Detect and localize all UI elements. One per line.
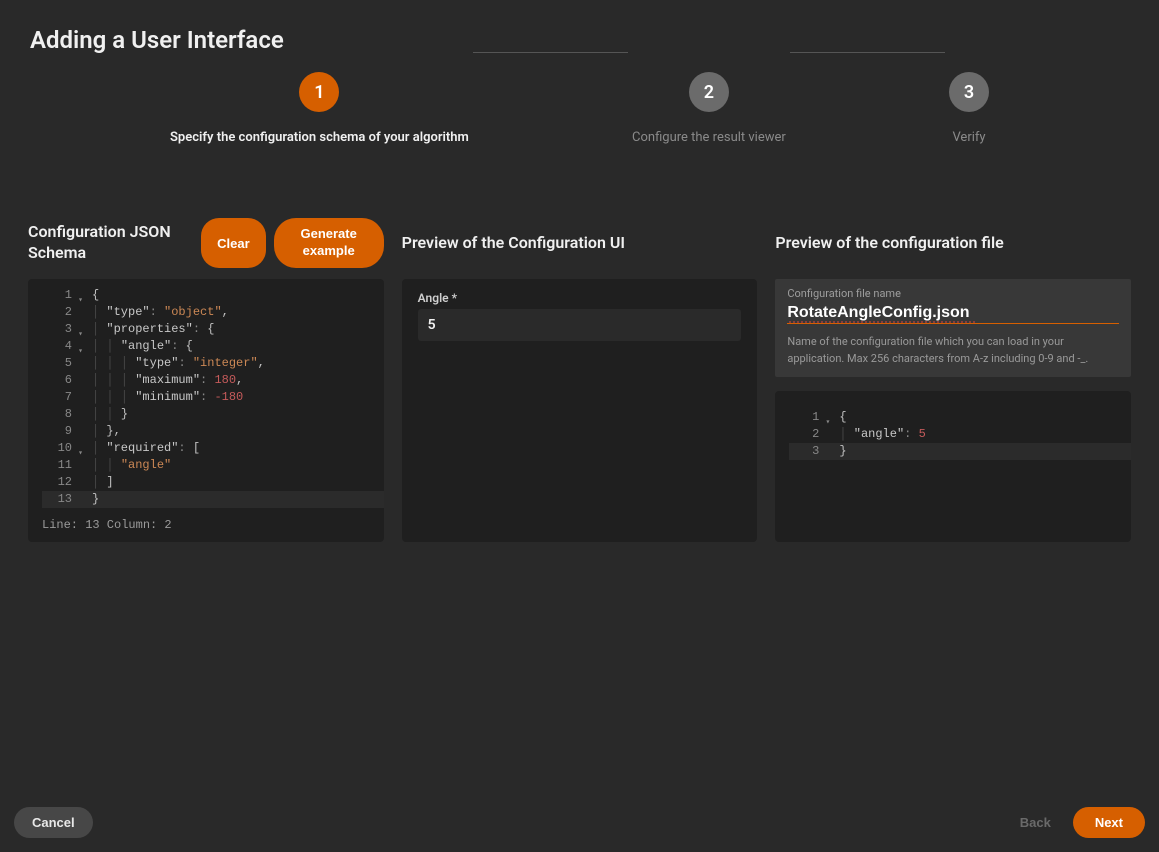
step-3[interactable]: 3 Verify — [949, 72, 989, 145]
fold-caret-icon[interactable]: ▾ — [78, 292, 83, 309]
schema-title: Configuration JSON Schema — [28, 222, 188, 264]
preview-file-title: Preview of the configuration file — [775, 233, 1003, 254]
config-file-name-help: Name of the configuration file which you… — [787, 334, 1119, 367]
output-code[interactable]: { │ "angle": 5 } — [825, 409, 1131, 542]
output-editor[interactable]: 1▾ 2 3 { │ "angle": 5 } — [775, 409, 1131, 542]
column-schema: Configuration JSON Schema Clear Generate… — [28, 215, 384, 542]
fold-caret-icon[interactable]: ▾ — [826, 414, 831, 431]
next-button[interactable]: Next — [1073, 807, 1145, 838]
fold-caret-icon[interactable]: ▾ — [78, 343, 83, 360]
step-2-label: Configure the result viewer — [632, 130, 786, 145]
page-title: Adding a User Interface — [0, 0, 1159, 72]
footer: Cancel Back Next — [0, 807, 1159, 852]
angle-input[interactable]: 5 — [418, 309, 742, 341]
output-gutter: 1▾ 2 3 — [775, 409, 825, 542]
generate-l2: example — [303, 243, 355, 258]
schema-editor[interactable]: 1▾ 2 3▾ 4▾ 5 6 7 8 9 10▾ 11 12 13 { │ "t… — [28, 279, 384, 508]
back-button: Back — [1002, 807, 1069, 838]
column-preview-ui: Preview of the Configuration UI Angle * … — [402, 215, 758, 542]
cancel-button[interactable]: Cancel — [14, 807, 93, 838]
step-2[interactable]: 2 Configure the result viewer — [632, 72, 786, 145]
step-1[interactable]: 1 Specify the configuration schema of yo… — [170, 72, 469, 145]
schema-gutter: 1▾ 2 3▾ 4▾ 5 6 7 8 9 10▾ 11 12 13 — [28, 287, 78, 508]
schema-code[interactable]: { │ "type": "object", │ "properties": { … — [78, 287, 384, 508]
preview-ui-title: Preview of the Configuration UI — [402, 233, 625, 254]
step-3-circle: 3 — [949, 72, 989, 112]
generate-l1: Generate — [300, 226, 356, 241]
step-line-2 — [790, 52, 945, 53]
step-2-circle: 2 — [689, 72, 729, 112]
fold-caret-icon[interactable]: ▾ — [78, 445, 83, 462]
fold-caret-icon[interactable]: ▾ — [78, 326, 83, 343]
clear-button[interactable]: Clear — [201, 218, 266, 268]
step-1-label: Specify the configuration schema of your… — [170, 130, 469, 145]
stepper: 1 Specify the configuration schema of yo… — [0, 72, 1159, 145]
config-file-name-label: Configuration file name — [787, 287, 1119, 300]
step-1-circle: 1 — [299, 72, 339, 112]
config-file-name-input[interactable] — [787, 302, 1119, 324]
generate-example-button[interactable]: Generate example — [274, 218, 384, 268]
angle-field-label: Angle * — [418, 291, 742, 305]
editor-statusbar: Line: 13 Column: 2 — [28, 508, 384, 542]
column-preview-file: Preview of the configuration file Config… — [775, 215, 1131, 542]
step-3-label: Verify — [952, 130, 985, 145]
step-line-1 — [473, 52, 628, 53]
